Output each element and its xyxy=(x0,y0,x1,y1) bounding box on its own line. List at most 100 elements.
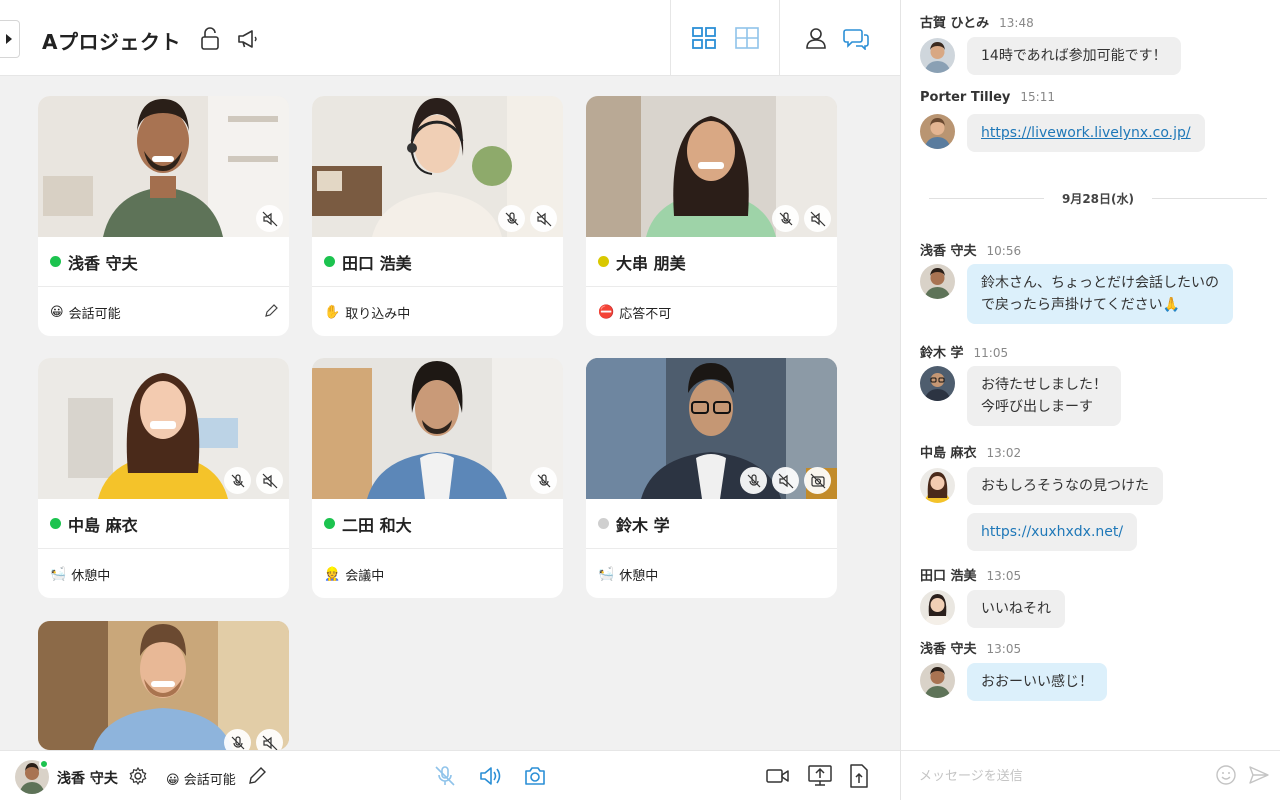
status-emoji: 👷 xyxy=(324,566,341,582)
expand-sidebar-button[interactable] xyxy=(0,20,20,58)
my-name: 浅香 守夫 xyxy=(57,771,118,787)
speaker-off-icon xyxy=(530,205,557,232)
presence-dot xyxy=(50,518,61,529)
message-sender: 浅香 守夫 xyxy=(920,642,977,657)
mic-off-icon xyxy=(498,205,525,232)
message-bubble: おもしろそうなの見つけた xyxy=(967,467,1163,505)
participant-card[interactable]: 二田 和大 👷 会議中 xyxy=(312,358,563,598)
avatar[interactable] xyxy=(920,468,955,503)
presence-dot xyxy=(598,518,609,529)
mic-off-icon xyxy=(224,729,251,750)
participant-status: ✋ 取り込み中 xyxy=(312,288,563,336)
message-header: 古賀 ひとみ 13:48 xyxy=(920,12,1034,31)
top-toolbar: Aプロジェクト xyxy=(0,0,900,76)
megaphone-icon[interactable] xyxy=(234,25,262,53)
my-status[interactable]: 😀 会話可能 xyxy=(166,769,236,788)
separator-line xyxy=(1152,198,1267,199)
mic-off-icon xyxy=(224,467,251,494)
video-camera-icon[interactable] xyxy=(765,764,791,792)
pencil-icon[interactable] xyxy=(263,303,279,323)
participant-status: 🛀 休憩中 xyxy=(38,550,289,598)
message-time: 11:05 xyxy=(973,346,1009,360)
participant-video xyxy=(38,96,289,237)
status-emoji: 🛀 xyxy=(50,566,67,582)
grid-view-icon[interactable] xyxy=(690,24,718,52)
participant-video xyxy=(38,621,289,750)
pencil-icon[interactable] xyxy=(247,766,267,790)
participant-card[interactable]: 田口 浩美 ✋ 取り込み中 xyxy=(312,96,563,336)
message-composer xyxy=(901,750,1280,800)
status-text: 休憩中 xyxy=(71,568,111,584)
status-emoji: 🛀 xyxy=(598,566,615,582)
online-indicator xyxy=(39,759,49,769)
message-line: で戻ったら声掛けてください🙏 xyxy=(981,297,1181,313)
presence-dot xyxy=(598,256,609,267)
screen-share-icon[interactable] xyxy=(807,763,833,793)
participant-status: 😀 会話可能 xyxy=(38,288,289,336)
participant-card[interactable] xyxy=(38,621,289,750)
message-header: 鈴木 学 11:05 xyxy=(920,342,1008,361)
message-bubble: いいねそれ xyxy=(967,590,1065,628)
status-text: 会話可能 xyxy=(68,306,121,322)
message-sender: 中島 麻衣 xyxy=(920,446,977,461)
message-time: 10:56 xyxy=(986,244,1022,258)
mic-off-icon[interactable] xyxy=(433,764,457,792)
message-input[interactable] xyxy=(919,765,1199,787)
participant-video xyxy=(312,358,563,499)
participant-video xyxy=(312,96,563,237)
speaker-icon[interactable] xyxy=(478,764,502,792)
message-link[interactable]: https://livework.livelynx.co.jp/ xyxy=(967,114,1205,152)
message-line: 鈴木さん、ちょっとだけ会話したいの xyxy=(981,275,1219,291)
message-header: 中島 麻衣 13:02 xyxy=(920,442,1021,461)
participant-card[interactable]: 大串 朋美 ⛔ 応答不可 xyxy=(586,96,837,336)
message-link[interactable]: https://xuxhxdx.net/ xyxy=(967,513,1138,551)
presence-dot xyxy=(50,256,61,267)
status-emoji: 😀 xyxy=(50,304,64,320)
message-sender: 鈴木 学 xyxy=(920,346,964,361)
message-bubble: 鈴木さん、ちょっとだけ会話したいの で戻ったら声掛けてください🙏 xyxy=(967,264,1233,324)
smiley-icon[interactable] xyxy=(1215,764,1237,790)
participant-name: 浅香 守夫 xyxy=(68,253,138,273)
message-bubble: 14時であれば参加可能です！ xyxy=(967,37,1181,75)
status-text: 会議中 xyxy=(345,568,385,584)
participant-status: 👷 会議中 xyxy=(312,550,563,598)
lock-open-icon[interactable] xyxy=(196,25,224,53)
participant-video xyxy=(586,358,837,499)
message-header: 浅香 守夫 13:05 xyxy=(920,638,1021,657)
chat-panel: 古賀 ひとみ 13:48 14時であれば参加可能です！ Porter Tilley… xyxy=(900,0,1280,800)
avatar[interactable] xyxy=(920,590,955,625)
participant-card[interactable]: 中島 麻衣 🛀 休憩中 xyxy=(38,358,289,598)
file-upload-icon[interactable] xyxy=(848,763,870,793)
gear-icon[interactable] xyxy=(128,766,148,790)
participant-card[interactable]: 浅香 守夫 😀 会話可能 xyxy=(38,96,289,336)
chat-bubbles-icon[interactable] xyxy=(843,24,871,52)
participant-name-row: 中島 麻衣 xyxy=(38,499,289,549)
avatar[interactable] xyxy=(920,264,955,299)
focus-view-icon[interactable] xyxy=(733,24,761,52)
main-area: Aプロジェクト 浅香 守夫 😀 会話可能 田口 浩美 ✋ 取り込み中 大串 朋美… xyxy=(0,0,900,800)
camera-icon[interactable] xyxy=(523,764,547,792)
avatar[interactable] xyxy=(920,38,955,73)
presence-dot xyxy=(324,256,335,267)
avatar[interactable] xyxy=(920,114,955,149)
participant-name: 大串 朋美 xyxy=(616,253,686,273)
avatar[interactable] xyxy=(920,366,955,401)
bottom-bar: 浅香 守夫 😀 会話可能 xyxy=(0,750,900,800)
participant-name-row: 大串 朋美 xyxy=(586,237,837,287)
message-time: 13:48 xyxy=(999,16,1034,30)
person-icon[interactable] xyxy=(802,24,830,52)
participant-name: 中島 麻衣 xyxy=(68,515,138,535)
avatar[interactable] xyxy=(920,663,955,698)
message-header: 田口 浩美 13:05 xyxy=(920,565,1021,584)
speaker-off-icon xyxy=(804,205,831,232)
send-icon[interactable] xyxy=(1248,764,1270,790)
participant-video xyxy=(586,96,837,237)
participant-name-row: 田口 浩美 xyxy=(312,237,563,287)
message-sender: 田口 浩美 xyxy=(920,569,977,584)
status-emoji: 😀 xyxy=(166,773,180,788)
participant-status: 🛀 休憩中 xyxy=(586,550,837,598)
participant-video xyxy=(38,358,289,499)
participant-card[interactable]: 鈴木 学 🛀 休憩中 xyxy=(586,358,837,598)
participant-status: ⛔ 応答不可 xyxy=(586,288,837,336)
participant-name-row: 浅香 守夫 xyxy=(38,237,289,287)
